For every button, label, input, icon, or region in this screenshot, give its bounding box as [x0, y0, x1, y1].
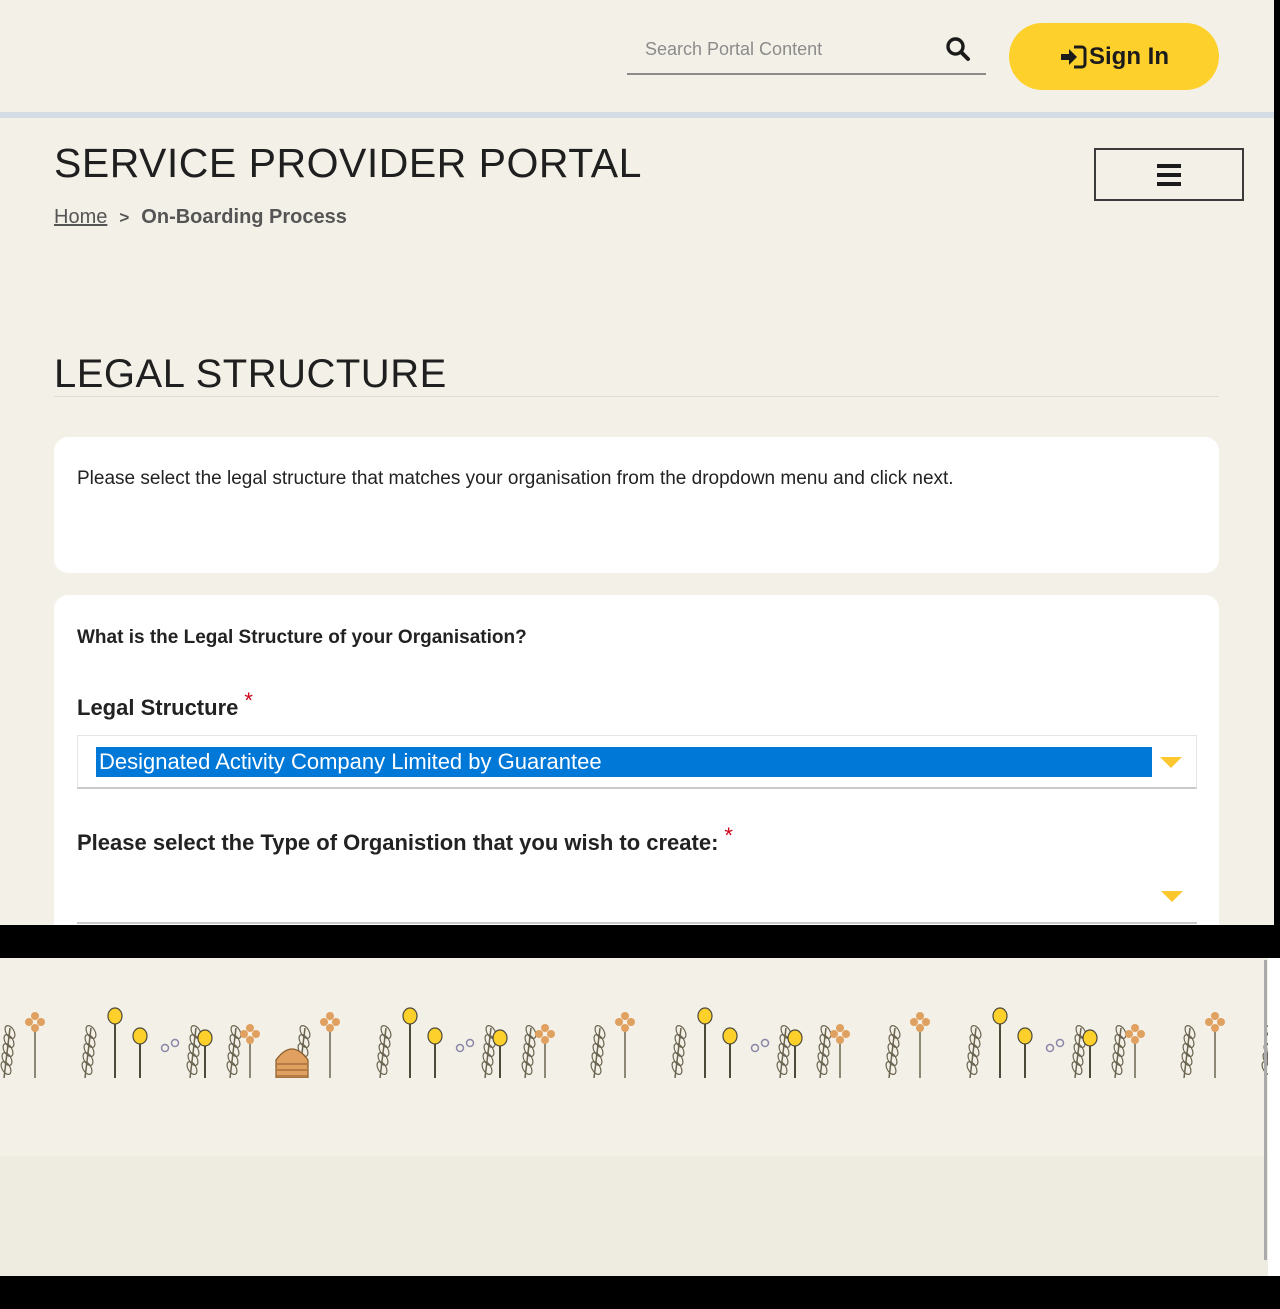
breadcrumb-current: On-Boarding Process [141, 206, 347, 228]
intro-text: Please select the legal structure that m… [77, 468, 954, 489]
scrollbar-thumb[interactable] [1264, 960, 1267, 1260]
breadcrumb-separator: > [119, 207, 130, 227]
sign-in-button[interactable]: Sign In [1009, 23, 1219, 90]
breadcrumb: Home > On-Boarding Process [54, 206, 347, 229]
section-divider [54, 396, 1219, 397]
screen-gap [0, 925, 1280, 958]
site-header: Sign In [0, 0, 1274, 112]
footer-band [0, 1156, 1268, 1276]
page-footer-area [0, 958, 1268, 1276]
org-type-label: Please select the Type of Organistion th… [77, 823, 733, 856]
breadcrumb-home-link[interactable]: Home [54, 206, 107, 229]
org-type-label-text: Please select the Type of Organistion th… [77, 830, 719, 855]
scrollbar-track[interactable] [1268, 958, 1280, 1276]
sign-in-icon [1061, 45, 1087, 68]
intro-card: Please select the legal structure that m… [54, 437, 1219, 573]
floral-border-illustration [0, 1007, 1268, 1078]
menu-button[interactable] [1094, 148, 1244, 201]
scrollbar[interactable] [1274, 0, 1280, 925]
legal-structure-label: Legal Structure * [77, 688, 253, 721]
search-field [627, 26, 986, 75]
form-question: What is the Legal Structure of your Orga… [77, 627, 527, 648]
search-button[interactable] [938, 32, 978, 68]
page-viewport: Sign In SERVICE PROVIDER PORTAL Home > O… [0, 0, 1274, 925]
header-divider [0, 112, 1274, 118]
search-input[interactable] [627, 26, 937, 73]
legal-structure-select[interactable]: Designated Activity Company Limited by G… [77, 735, 1197, 789]
screen-bottom-bar [0, 1276, 1280, 1309]
legal-structure-selected-value: Designated Activity Company Limited by G… [96, 747, 1152, 777]
sign-in-label: Sign In [1089, 42, 1169, 70]
chevron-down-icon [1161, 891, 1183, 902]
legal-structure-label-text: Legal Structure [77, 695, 239, 720]
portal-title: SERVICE PROVIDER PORTAL [54, 140, 642, 186]
hamburger-menu-icon [1157, 163, 1181, 186]
section-title: LEGAL STRUCTURE [54, 352, 447, 396]
required-marker: * [244, 688, 253, 713]
search-icon [946, 36, 970, 61]
required-marker: * [724, 823, 733, 848]
chevron-down-icon [1160, 757, 1182, 768]
org-type-select[interactable] [77, 870, 1197, 924]
form-card: What is the Legal Structure of your Orga… [54, 595, 1219, 925]
